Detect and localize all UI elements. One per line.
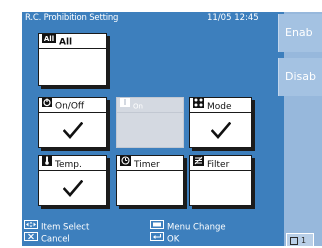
card-timer[interactable]: Timer bbox=[116, 155, 184, 206]
menu-icon bbox=[150, 220, 164, 232]
svg-text:All: All bbox=[44, 35, 54, 43]
all-icon: All bbox=[42, 34, 56, 48]
page-number: 1 bbox=[301, 236, 307, 245]
hint-item-select-label: Item Select bbox=[41, 222, 90, 233]
hint-ok-label: OK bbox=[167, 234, 180, 245]
mode-icon bbox=[193, 98, 204, 112]
card-on-label: On bbox=[133, 102, 143, 111]
card-on-off-header: On/Off bbox=[39, 98, 106, 113]
card-on-body bbox=[117, 113, 183, 147]
card-mode-body bbox=[190, 113, 251, 147]
hint-menu-change-label: Menu Change bbox=[167, 222, 226, 233]
card-mode-label: Mode bbox=[207, 102, 232, 112]
enter-icon bbox=[150, 232, 164, 244]
card-temp-body bbox=[39, 171, 106, 205]
on-icon bbox=[120, 98, 130, 112]
card-filter-label: Filter bbox=[207, 160, 230, 170]
check-icon bbox=[62, 179, 83, 197]
card-on-off[interactable]: On/Off bbox=[38, 97, 107, 148]
hint-cancel: Cancel bbox=[24, 232, 70, 245]
card-all[interactable]: All All bbox=[38, 33, 107, 86]
card-all-body bbox=[39, 49, 106, 85]
card-filter[interactable]: Filter bbox=[189, 155, 252, 206]
card-temp[interactable]: Temp. bbox=[38, 155, 107, 206]
card-mode[interactable]: Mode bbox=[189, 97, 252, 148]
disable-button[interactable]: Disab bbox=[278, 58, 322, 96]
page-box-icon bbox=[290, 236, 298, 245]
card-timer-body bbox=[117, 171, 183, 205]
card-temp-label: Temp. bbox=[55, 160, 82, 170]
enable-button[interactable]: Enab bbox=[278, 14, 322, 52]
datetime-display: 11/05 12:45 bbox=[207, 13, 259, 23]
check-icon bbox=[210, 121, 231, 139]
card-on: On bbox=[116, 97, 184, 148]
hint-cancel-label: Cancel bbox=[41, 234, 70, 245]
card-all-header: All All bbox=[39, 34, 106, 49]
card-on-off-body bbox=[39, 113, 106, 147]
hint-ok: OK bbox=[150, 232, 180, 245]
arrows-icon bbox=[24, 220, 38, 232]
disable-button-label: Disab bbox=[285, 70, 316, 83]
clock-icon bbox=[120, 156, 131, 170]
card-timer-label: Timer bbox=[134, 160, 160, 170]
thermometer-icon bbox=[42, 156, 52, 170]
card-timer-header: Timer bbox=[117, 156, 183, 171]
card-all-label: All bbox=[59, 37, 73, 48]
card-mode-header: Mode bbox=[190, 98, 251, 113]
check-icon bbox=[62, 121, 83, 139]
page-indicator: 1 bbox=[286, 233, 314, 247]
card-temp-header: Temp. bbox=[39, 156, 106, 171]
card-filter-header: Filter bbox=[190, 156, 251, 171]
enable-button-label: Enab bbox=[285, 26, 313, 39]
cancel-icon bbox=[24, 232, 38, 244]
card-on-header: On bbox=[117, 98, 183, 113]
filter-icon bbox=[193, 156, 204, 170]
card-filter-body bbox=[190, 171, 251, 205]
card-on-off-label: On/Off bbox=[55, 101, 85, 112]
screen-title: R.C. Prohibition Setting bbox=[25, 13, 119, 23]
power-icon bbox=[42, 98, 52, 112]
